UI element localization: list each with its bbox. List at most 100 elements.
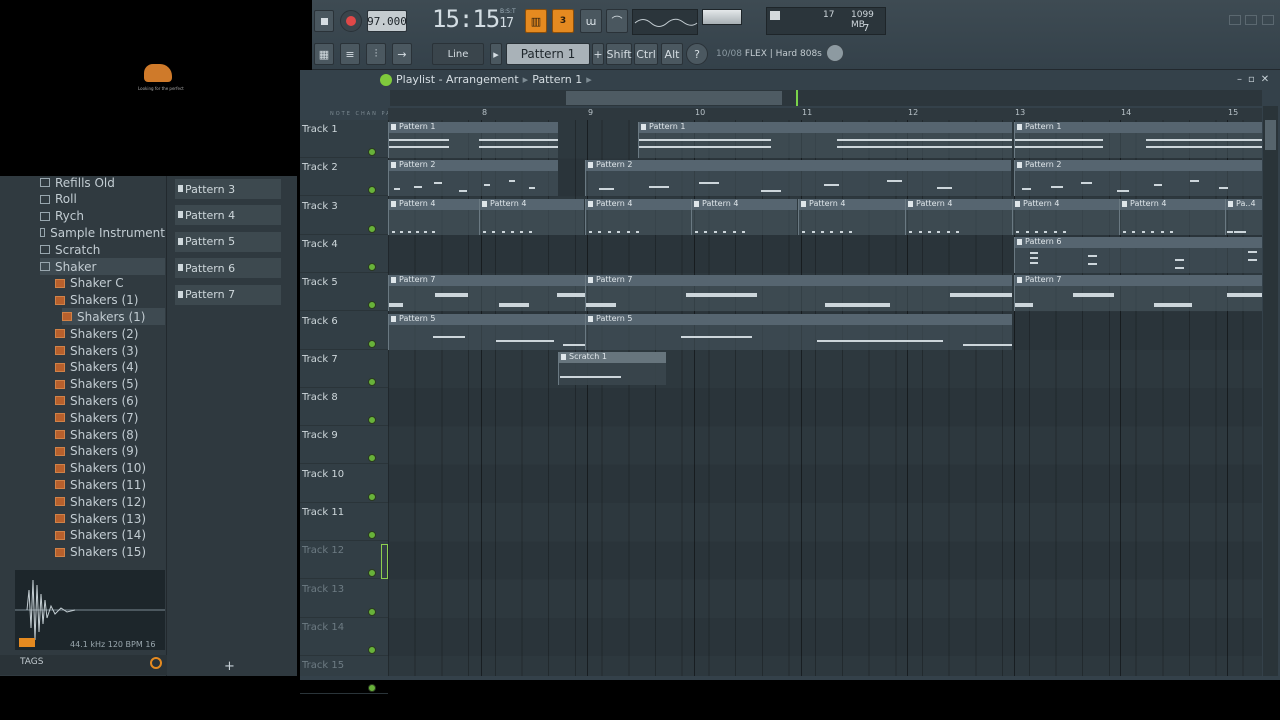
minimize-button[interactable] xyxy=(1229,15,1241,25)
browser-item[interactable]: Shakers (5) xyxy=(55,376,165,393)
track-mute-led[interactable] xyxy=(368,645,376,654)
playlist-menu-icon[interactable] xyxy=(380,74,392,86)
pattern-clip[interactable]: Pattern 7 xyxy=(585,275,1012,312)
sample-preview[interactable] xyxy=(15,570,165,650)
pattern-clip[interactable]: Pattern 2 xyxy=(1014,160,1262,197)
track-header[interactable]: Track 15 xyxy=(300,656,388,695)
arrangement-grid[interactable]: Pattern 1 Pattern 1 Pattern 1 Pattern 2 Patt… xyxy=(388,120,1262,676)
picker-pattern[interactable]: Pattern 6 xyxy=(175,258,281,279)
picker-pattern[interactable]: Pattern 7 xyxy=(175,284,281,305)
track-header[interactable]: Track 4 xyxy=(300,235,388,273)
vertical-scrollbar[interactable] xyxy=(1263,106,1278,676)
browser-item[interactable]: Shakers (11) xyxy=(55,476,165,493)
track-mute-led[interactable] xyxy=(368,186,376,195)
browser-item[interactable]: Shakers (3) xyxy=(55,342,165,359)
record-button[interactable] xyxy=(340,10,362,32)
metronome-icon[interactable]: ⌒ xyxy=(606,9,628,33)
browser-item[interactable]: Shaker C xyxy=(55,275,165,292)
pattern-clip[interactable]: Pattern 4 xyxy=(1012,198,1119,235)
browser-item[interactable]: Shakers (9) xyxy=(55,443,165,460)
pattern-clip[interactable]: Pattern 2 xyxy=(585,160,1011,197)
picker-pattern[interactable]: Pattern 5 xyxy=(175,231,281,252)
picker-add-button[interactable]: + xyxy=(224,659,235,674)
pattern-clip[interactable]: Pattern 4 xyxy=(479,198,584,235)
track-mute-led[interactable] xyxy=(368,607,376,616)
add-pattern-button[interactable]: + xyxy=(592,43,604,65)
pattern-clip[interactable]: Pattern 6 xyxy=(1014,236,1262,273)
stop-button[interactable] xyxy=(314,10,334,32)
browser-item[interactable]: Sample Instrument xyxy=(40,224,165,241)
pattern-clip[interactable]: Pattern 4 xyxy=(905,198,1012,235)
close-button[interactable] xyxy=(1262,15,1274,25)
track-mute-led[interactable] xyxy=(368,416,376,425)
master-volume-slider[interactable] xyxy=(702,9,742,25)
track-header[interactable]: Track 12 xyxy=(300,541,388,580)
pattern-clip[interactable]: Pattern 1 xyxy=(388,122,558,158)
track-mute-led[interactable] xyxy=(368,569,376,578)
browser-item[interactable]: Shakers (10) xyxy=(55,460,165,477)
mixer-icon[interactable]: ⫶ xyxy=(366,43,386,65)
track-header[interactable]: Track 9 xyxy=(300,426,388,465)
browser-item[interactable]: Shakers (2) xyxy=(55,325,165,342)
browser-item[interactable]: Shaker xyxy=(40,258,165,275)
pattern-prev-button[interactable]: ▸ xyxy=(490,43,502,65)
track-mute-led[interactable] xyxy=(368,684,376,693)
pattern-clip[interactable]: Pattern 4 xyxy=(798,198,905,235)
browser-item[interactable]: Shakers (1) xyxy=(55,292,165,309)
vertical-scroll-thumb[interactable] xyxy=(1265,120,1276,150)
browser-item[interactable]: Shakers (12) xyxy=(55,493,165,510)
piano-roll-icon[interactable]: ≡ xyxy=(340,43,360,65)
track-mute-led[interactable] xyxy=(368,339,376,348)
scroll-thumb[interactable] xyxy=(566,91,782,105)
playhead-marker[interactable] xyxy=(796,90,798,106)
track-header[interactable]: Track 6 xyxy=(300,312,388,350)
track-mute-led[interactable] xyxy=(368,224,376,233)
playlist-icon[interactable]: ▦ xyxy=(314,43,334,65)
track-mute-led[interactable] xyxy=(368,531,376,539)
maximize-button[interactable] xyxy=(1245,15,1257,25)
tempo-display[interactable]: 97.000 xyxy=(367,10,407,32)
track-header[interactable]: Track 14 xyxy=(300,618,388,656)
track-mute-led[interactable] xyxy=(368,301,376,310)
track-header[interactable]: Track 8 xyxy=(300,388,388,427)
timeline-ruler[interactable]: 8 9 10 11 12 13 14 15 xyxy=(388,108,1262,120)
picker-pattern[interactable]: Pattern 4 xyxy=(175,205,281,226)
blend-notes-button[interactable]: 3 xyxy=(552,9,574,33)
browser-item[interactable]: Shakers (15) xyxy=(55,544,165,561)
pattern-clip[interactable]: Pattern 4 xyxy=(691,198,797,235)
track-header[interactable]: Track 1 xyxy=(300,120,388,158)
track-mute-led[interactable] xyxy=(368,262,376,271)
pattern-clip[interactable]: Pattern 5 xyxy=(388,313,585,350)
browser-item[interactable]: Scratch xyxy=(40,241,165,258)
track-mute-led[interactable] xyxy=(368,377,376,386)
pattern-clip[interactable]: Pattern 7 xyxy=(388,275,585,312)
pattern-clip[interactable]: Pattern 7 xyxy=(1014,275,1262,312)
search-icon[interactable] xyxy=(150,657,162,669)
hint-icon[interactable]: ? xyxy=(686,43,708,65)
browser-item[interactable]: Rych xyxy=(40,208,165,225)
browser-item[interactable]: Refills Old xyxy=(40,174,165,191)
browser-item[interactable]: Roll xyxy=(40,191,165,208)
pattern-clip[interactable]: Scratch 1 xyxy=(558,351,666,385)
browser-item[interactable]: Shakers (4) xyxy=(55,359,165,376)
pattern-clip[interactable]: Pattern 5 xyxy=(585,313,1012,350)
track-mute-led[interactable] xyxy=(368,454,376,463)
pattern-select[interactable]: Pattern 1 xyxy=(506,43,590,65)
channel-rack-icon[interactable]: → xyxy=(392,43,412,65)
track-header[interactable]: Track 5 xyxy=(300,273,388,312)
tags-label[interactable]: TAGS xyxy=(20,657,43,667)
pattern-clip[interactable]: Pa..4 xyxy=(1225,198,1262,235)
browser-item[interactable]: Shakers (1) xyxy=(62,308,165,326)
playlist-overview-scrollbar[interactable] xyxy=(390,90,1262,106)
news-globe-icon[interactable] xyxy=(826,44,844,62)
ctrl-key-button[interactable]: Ctrl xyxy=(634,43,658,65)
picker-pattern[interactable]: Pattern 3 xyxy=(175,179,281,199)
browser-item[interactable]: Shakers (14) xyxy=(55,527,165,544)
browser-item[interactable]: Shakers (6) xyxy=(55,392,165,409)
track-header[interactable]: Track 2 xyxy=(300,158,388,197)
snap-select[interactable]: Line xyxy=(432,43,484,65)
pattern-clip[interactable]: Pattern 1 xyxy=(638,122,1012,158)
song-mode-icon[interactable]: ▥ xyxy=(525,9,547,33)
browser-item[interactable]: Shakers (7) xyxy=(55,409,165,426)
browser-item[interactable]: Shakers (8) xyxy=(55,426,165,443)
